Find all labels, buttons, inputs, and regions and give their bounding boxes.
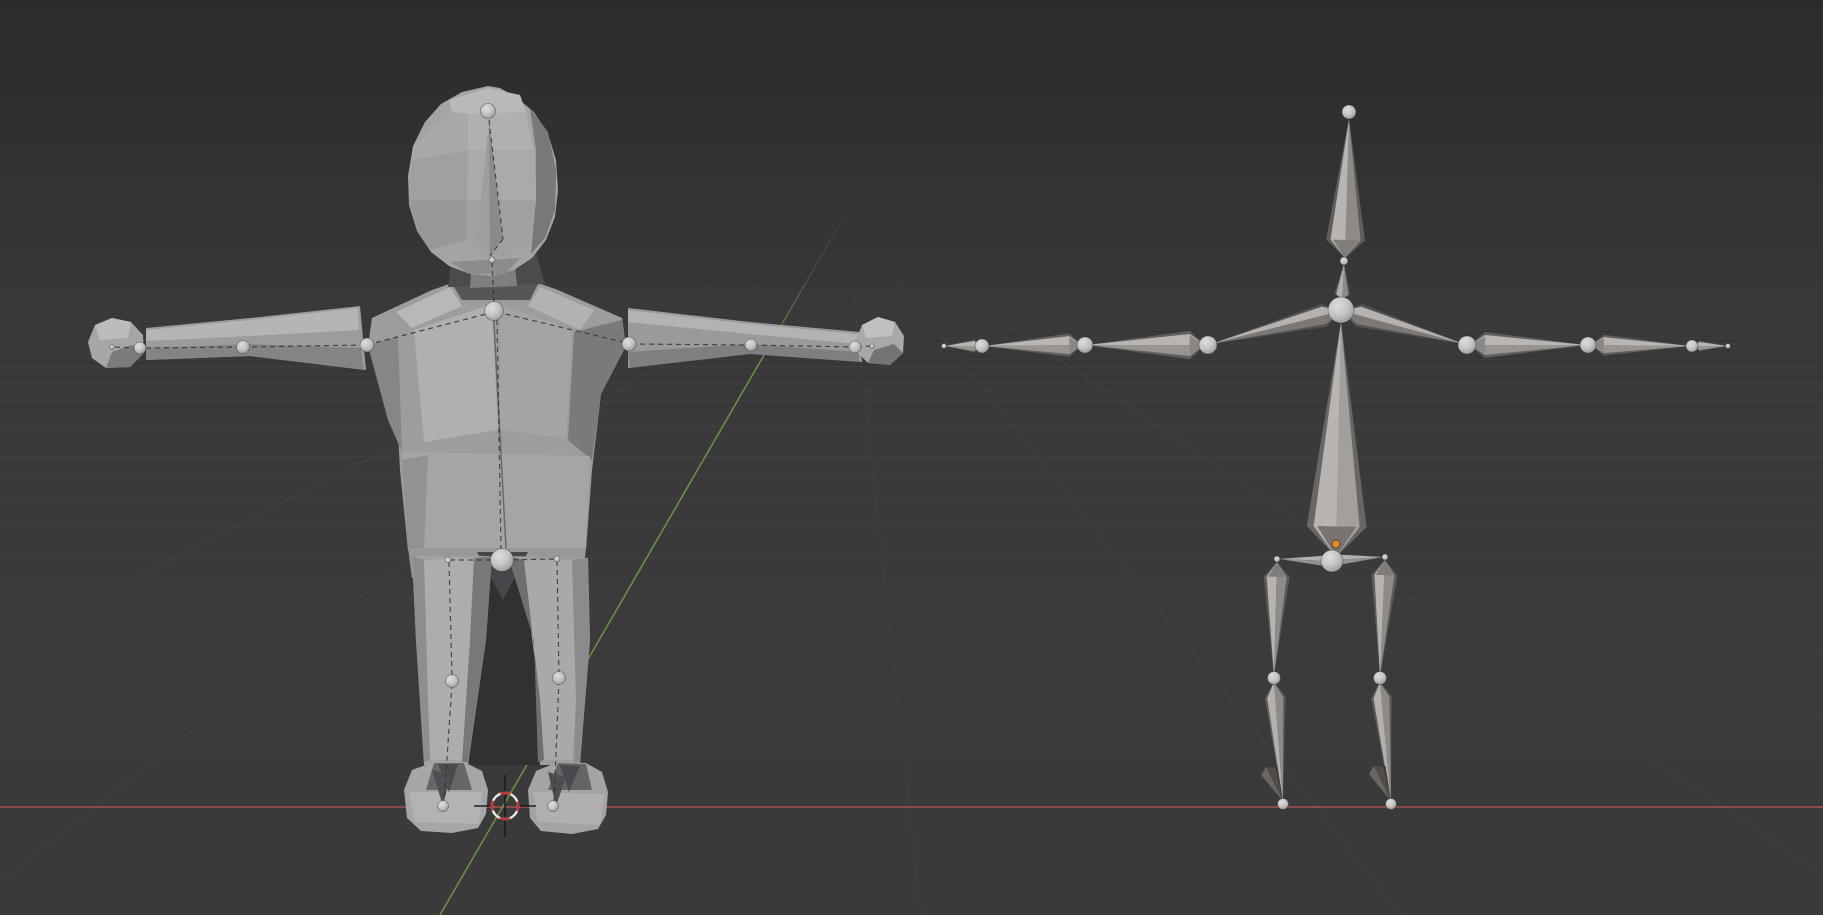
joint-sphere xyxy=(491,549,514,572)
joint-sphere xyxy=(489,257,495,263)
joint-sphere xyxy=(438,801,449,812)
joint-sphere xyxy=(1328,297,1354,323)
joint-sphere xyxy=(942,344,947,349)
3d-viewport[interactable] xyxy=(0,0,1823,915)
joint-sphere xyxy=(1580,337,1596,353)
joint-sphere xyxy=(446,675,459,688)
character-shoe-right xyxy=(528,762,608,834)
joint-sphere xyxy=(553,672,566,685)
joint-sphere xyxy=(1077,337,1093,353)
joint-sphere xyxy=(1268,672,1281,685)
joint-sphere xyxy=(360,338,374,352)
joint-sphere xyxy=(1686,340,1698,352)
joint-sphere xyxy=(481,104,496,119)
joint-sphere xyxy=(1321,550,1343,572)
joint-sphere xyxy=(745,339,757,351)
joint-sphere xyxy=(1274,556,1280,562)
joint-sphere xyxy=(1342,105,1356,119)
armature-origin-dot xyxy=(1332,540,1340,548)
joint-sphere xyxy=(237,341,250,354)
joint-sphere xyxy=(548,801,559,812)
joint-sphere xyxy=(1199,336,1217,354)
joint-sphere xyxy=(849,341,861,353)
joint-sphere xyxy=(110,345,114,349)
joint-sphere xyxy=(1458,336,1476,354)
joint-sphere xyxy=(554,556,560,562)
joint-sphere xyxy=(1382,554,1388,560)
joint-sphere xyxy=(1340,257,1348,265)
joint-sphere xyxy=(485,302,504,321)
viewport-scene xyxy=(0,0,1823,915)
joint-sphere xyxy=(870,344,874,348)
character-shoe-left xyxy=(404,762,488,833)
joint-sphere xyxy=(1278,799,1289,810)
joint-sphere xyxy=(134,342,146,354)
joint-sphere xyxy=(1374,672,1387,685)
joint-sphere xyxy=(975,339,989,353)
joint-sphere xyxy=(622,337,636,351)
joint-sphere xyxy=(1726,344,1731,349)
joint-sphere xyxy=(445,557,451,563)
joint-sphere xyxy=(1386,799,1397,810)
